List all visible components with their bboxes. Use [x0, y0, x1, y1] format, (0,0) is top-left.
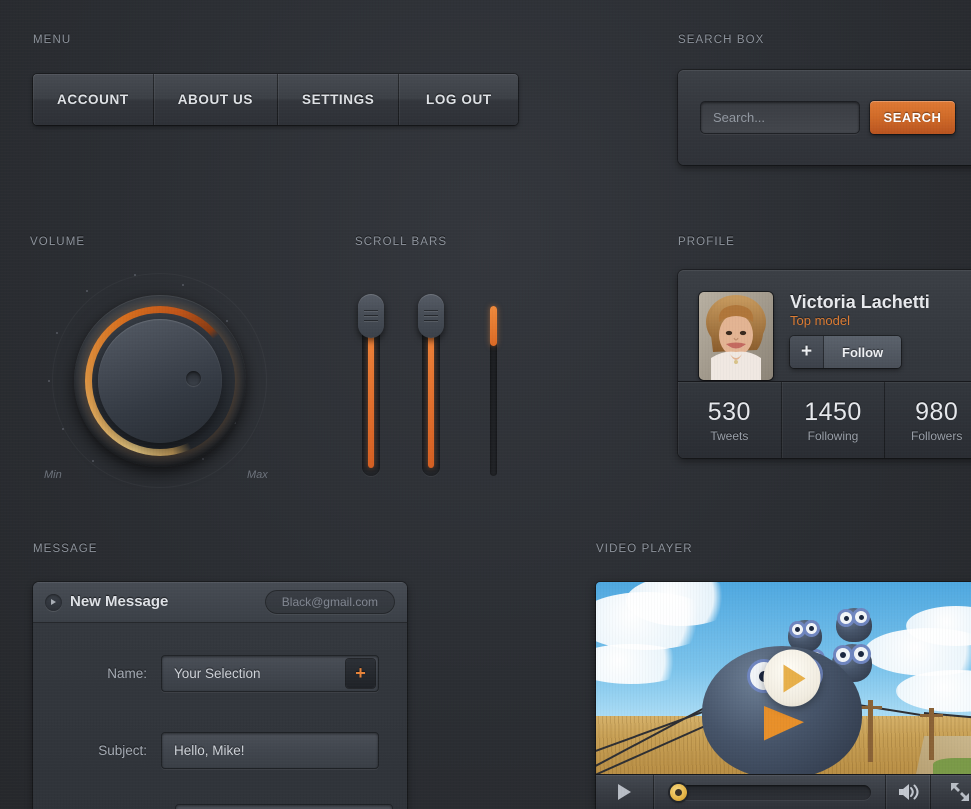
main-menu-bar: ACCOUNT ABOUT US SETTINGS LOG OUT — [33, 74, 519, 125]
menu-item-about-us[interactable]: ABOUT US — [154, 74, 279, 125]
stat-label: Following — [807, 428, 859, 443]
section-label-scroll-bars: SCROLL BARS — [355, 236, 448, 248]
grass-patch — [933, 758, 971, 774]
profile-role: Top model — [790, 313, 850, 328]
slider-fill-1 — [368, 330, 374, 468]
volume-min-label: Min — [44, 469, 62, 481]
search-panel: SEARCH — [678, 70, 971, 165]
slider-track-1[interactable] — [358, 294, 384, 476]
section-label-volume: VOLUME — [30, 236, 86, 248]
message-email-badge: Black@gmail.com — [264, 590, 395, 614]
message-panel: New Message Black@gmail.com Name: Your S… — [33, 582, 407, 809]
avatar — [699, 292, 773, 380]
search-button[interactable]: SEARCH — [870, 101, 955, 134]
stat-following[interactable]: 1450 Following — [782, 382, 886, 458]
section-label-menu: MENU — [33, 34, 72, 46]
stat-tweets[interactable]: 530 Tweets — [678, 382, 782, 458]
profile-stats: 530 Tweets 1450 Following 980 Followers — [678, 381, 971, 458]
knob-face[interactable] — [98, 319, 222, 443]
name-input[interactable]: Your Selection + — [161, 654, 379, 692]
field-row-subject: Subject: Hello, Mike! — [33, 731, 407, 769]
volume-knob-widget[interactable]: Min Max — [30, 258, 290, 498]
video-play-button[interactable] — [596, 775, 654, 809]
tick-dot — [226, 320, 228, 322]
bird-pupil — [840, 652, 846, 658]
bird-pupil — [809, 626, 814, 631]
avatar-image — [699, 292, 773, 380]
subject-input-value: Hello, Mike! — [174, 742, 245, 758]
tick-dot — [62, 428, 64, 430]
slider-thumb-2[interactable] — [418, 294, 444, 338]
menu-item-label: LOG OUT — [425, 92, 492, 107]
stat-label: Tweets — [710, 428, 749, 443]
plus-icon: + — [790, 336, 824, 368]
telephone-pole — [920, 708, 943, 760]
video-play-overlay-button[interactable] — [763, 649, 821, 707]
field-label-subject: Subject: — [98, 742, 147, 758]
bird-pupil — [844, 616, 849, 621]
slider-thumb-1[interactable] — [358, 294, 384, 338]
message-body-input[interactable] — [175, 804, 393, 809]
fullscreen-icon — [950, 783, 969, 801]
message-header: New Message Black@gmail.com — [33, 582, 407, 623]
search-input[interactable] — [700, 101, 860, 134]
menu-item-label: ABOUT US — [177, 92, 254, 107]
menu-item-settings[interactable]: SETTINGS — [278, 74, 400, 125]
bird-pupil — [858, 651, 864, 657]
knob-indicator-dot — [186, 371, 201, 386]
section-label-message: MESSAGE — [33, 543, 98, 555]
collapse-arrow-icon[interactable] — [45, 594, 62, 611]
add-button[interactable]: + — [346, 658, 375, 688]
video-progress-handle[interactable] — [670, 783, 687, 801]
menu-item-label: SETTINGS — [302, 92, 375, 107]
speaker-icon — [899, 784, 919, 800]
slider-track-3[interactable] — [490, 306, 497, 476]
name-input-value: Your Selection — [174, 665, 261, 681]
follow-button-label: Follow — [824, 336, 902, 368]
tick-dot — [182, 284, 184, 286]
volume-max-label: Max — [247, 469, 268, 481]
field-label-name: Name: — [107, 665, 147, 681]
tick-dot — [202, 458, 204, 460]
app-root: MENU ACCOUNT ABOUT US SETTINGS LOG OUT S… — [0, 0, 971, 809]
tick-dot — [56, 332, 58, 334]
tick-dot — [92, 460, 94, 462]
stat-value: 980 — [915, 397, 959, 426]
profile-card: Victoria Lachetti Top model + Follow 530… — [678, 270, 971, 458]
follow-button[interactable]: + Follow — [790, 336, 902, 368]
telephone-pole — [859, 700, 882, 762]
menu-item-label: ACCOUNT — [57, 92, 129, 107]
stat-followers[interactable]: 980 Followers — [885, 382, 971, 458]
menu-item-account[interactable]: ACCOUNT — [33, 74, 154, 125]
video-controls-bar — [596, 774, 971, 809]
video-player — [596, 582, 971, 809]
scrollbars-group — [355, 258, 535, 498]
menu-item-log-out[interactable]: LOG OUT — [399, 74, 518, 125]
bird-pupil — [795, 627, 800, 632]
message-title: New Message — [70, 593, 169, 610]
tick-dot — [48, 380, 50, 382]
video-fullscreen-button[interactable] — [930, 775, 971, 809]
video-progress-track[interactable] — [668, 783, 871, 801]
slider-fill-2 — [428, 328, 434, 468]
tick-dot — [134, 274, 136, 276]
slider-fill-3 — [490, 306, 497, 346]
stat-value: 1450 — [804, 397, 862, 426]
video-volume-button[interactable] — [886, 783, 930, 801]
section-label-search-box: SEARCH BOX — [678, 34, 765, 46]
subject-input[interactable]: Hello, Mike! — [161, 731, 379, 769]
profile-name: Victoria Lachetti — [790, 292, 930, 312]
section-label-video-player: VIDEO PLAYER — [596, 543, 693, 555]
field-row-name: Name: Your Selection + — [33, 654, 407, 692]
video-scrubber[interactable] — [654, 775, 886, 809]
section-label-profile: PROFILE — [678, 236, 735, 248]
tick-dot — [86, 290, 88, 292]
stat-label: Followers — [911, 428, 963, 443]
slider-track-2[interactable] — [418, 294, 444, 476]
stat-value: 530 — [707, 397, 751, 426]
video-stage[interactable] — [596, 582, 971, 774]
bird-pupil — [859, 615, 864, 620]
